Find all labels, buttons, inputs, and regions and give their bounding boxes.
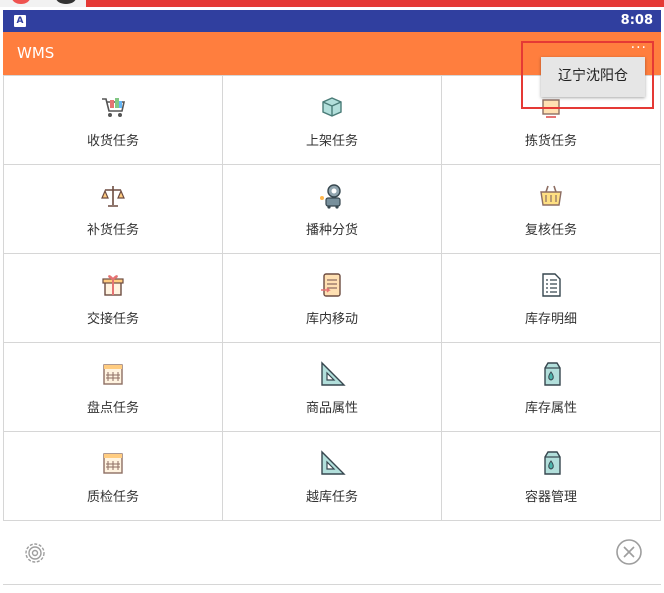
calendar-icon: [103, 453, 123, 474]
menu-item-label: 复核任务: [524, 223, 577, 238]
scale-icon: [101, 186, 125, 207]
menu-item-label: 拣货任务: [524, 134, 577, 149]
menu-grid: 收货任务 上架任务 拣货任务 补货任务 播种分货 复核任务 交接任务 库内移动 …: [3, 75, 661, 521]
triangle-ruler-icon: [321, 450, 346, 475]
menu-item-replenish[interactable]: 补货任务: [3, 164, 223, 254]
menu-item-recheck[interactable]: 复核任务: [441, 164, 661, 254]
menu-item-label: 容器管理: [524, 490, 577, 505]
menu-item-label: 库内移动: [305, 312, 358, 327]
highlight-box: [521, 41, 654, 109]
bottom-divider: [3, 584, 661, 585]
menu-item-label: 盘点任务: [86, 401, 139, 416]
triangle-ruler-icon: [321, 361, 346, 386]
menu-item-inventory-detail[interactable]: 库存明细: [441, 253, 661, 343]
milk-carton-icon: [544, 451, 561, 475]
basket-icon: [540, 185, 562, 206]
menu-item-sowing[interactable]: 播种分货: [222, 164, 442, 254]
cart-icon: [102, 98, 125, 117]
browser-top-strip: [0, 0, 664, 7]
box-icon: [322, 97, 342, 117]
menu-item-container[interactable]: 容器管理: [441, 431, 661, 521]
list-doc-icon: [542, 273, 561, 297]
gear-icon[interactable]: [23, 541, 47, 565]
menu-item-handover[interactable]: 交接任务: [3, 253, 223, 343]
menu-item-label: 商品属性: [305, 401, 358, 416]
menu-item-label: 交接任务: [86, 312, 139, 327]
menu-item-inventory-attr[interactable]: 库存属性: [441, 342, 661, 432]
calendar-icon: [103, 364, 123, 385]
menu-item-label: 库存属性: [524, 401, 577, 416]
status-time: 8:08: [620, 13, 653, 28]
menu-item-cross-dock[interactable]: 越库任务: [222, 431, 442, 521]
menu-item-label: 播种分货: [305, 223, 358, 238]
menu-item-label: 补货任务: [86, 223, 139, 238]
status-bar: A 8:08: [3, 10, 661, 32]
robot-icon: [320, 184, 341, 209]
menu-item-receiving[interactable]: 收货任务: [3, 75, 223, 165]
menu-item-label: 上架任务: [305, 134, 358, 149]
move-doc-icon: [321, 273, 341, 297]
milk-carton-icon: [544, 362, 561, 386]
menu-item-label: 库存明细: [524, 312, 577, 327]
gift-icon: [102, 275, 124, 296]
menu-item-move[interactable]: 库内移动: [222, 253, 442, 343]
menu-item-label: 收货任务: [86, 134, 139, 149]
menu-item-label: 质检任务: [86, 490, 139, 505]
menu-item-label: 越库任务: [305, 490, 358, 505]
close-circle-icon[interactable]: [615, 538, 643, 566]
bottom-bar: [3, 521, 661, 585]
menu-item-stocktake[interactable]: 盘点任务: [3, 342, 223, 432]
menu-item-putaway[interactable]: 上架任务: [222, 75, 442, 165]
menu-item-product-attr[interactable]: 商品属性: [222, 342, 442, 432]
notification-icon: A: [14, 15, 26, 27]
app-title: WMS: [17, 44, 55, 62]
menu-item-quality-check[interactable]: 质检任务: [3, 431, 223, 521]
